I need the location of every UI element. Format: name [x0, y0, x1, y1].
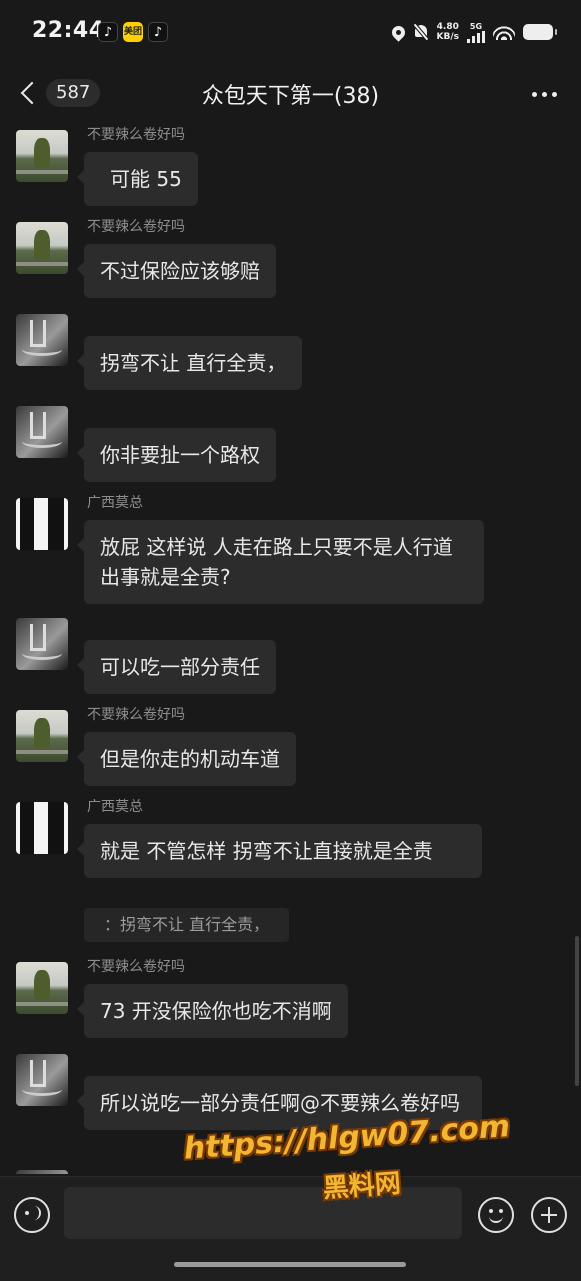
message-bubble[interactable]: 就是 不管怎样 拐弯不让直接就是全责	[77, 824, 482, 878]
voice-input-button[interactable]	[14, 1197, 50, 1233]
message-list[interactable]: 不要辣么卷好吗 可能 55 不要辣么卷好吗 不过保险应该够赔 拐弯不让 直行全责…	[0, 124, 581, 1174]
emoji-button[interactable]	[478, 1197, 514, 1233]
sender-name: 不要辣么卷好吗	[87, 127, 185, 143]
message-bubble[interactable]: 放屁 这样说 人走在路上只要不是人行道出事就是全责?	[77, 520, 484, 604]
network-speed: 4.80 KB/s	[436, 22, 459, 42]
wifi-icon	[493, 24, 515, 40]
avatar[interactable]	[16, 222, 68, 274]
sender-name: 不要辣么卷好吗	[87, 959, 185, 975]
status-bar: 22:44 美团 4.80 KB/s 5G	[0, 0, 581, 64]
avatar[interactable]	[16, 498, 68, 550]
more-options-button[interactable]	[532, 92, 557, 97]
home-indicator[interactable]	[174, 1262, 406, 1267]
tiktok-icon	[98, 22, 118, 42]
sender-name: 不要辣么卷好吗	[87, 219, 185, 235]
location-icon	[388, 22, 408, 42]
meituan-icon: 美团	[123, 22, 143, 42]
dot-icon	[552, 92, 557, 97]
battery-icon	[523, 24, 557, 40]
quoted-message[interactable]: ：拐弯不让 直行全责，	[84, 908, 290, 942]
message-bubble[interactable]: 不过保险应该够赔	[77, 244, 276, 298]
avatar[interactable]	[16, 710, 68, 762]
avatar[interactable]	[16, 802, 68, 854]
signal-icon: 5G	[467, 22, 485, 43]
dot-icon	[532, 92, 537, 97]
sender-name: 广西莫总	[87, 799, 143, 815]
more-actions-button[interactable]	[531, 1197, 567, 1233]
avatar[interactable]	[16, 406, 68, 458]
scrollbar-thumb[interactable]	[575, 936, 579, 1086]
message-bubble[interactable]: 可以吃一部分责任	[77, 640, 276, 694]
chat-title: 众包天下第一(38)	[201, 84, 380, 109]
message-bubble[interactable]: 73 开没保险你也吃不消啊	[77, 984, 348, 1038]
avatar[interactable]	[16, 1170, 68, 1174]
message-bubble[interactable]: 但是你走的机动车道	[77, 732, 296, 786]
dot-icon	[542, 92, 547, 97]
message-bubble[interactable]: 可能 55	[77, 152, 198, 206]
avatar[interactable]	[16, 130, 68, 182]
sender-name: 广西莫总	[87, 495, 143, 511]
avatar[interactable]	[16, 1054, 68, 1106]
clock: 22:44	[32, 18, 105, 43]
avatar[interactable]	[16, 618, 68, 670]
chat-header: 587 众包天下第一(38)	[0, 64, 581, 124]
message-input[interactable]	[64, 1187, 462, 1239]
sender-name: 不要辣么卷好吗	[87, 707, 185, 723]
avatar[interactable]	[16, 962, 68, 1014]
message-bubble[interactable]: 所以说吃一部分责任啊@不要辣么卷好吗	[77, 1076, 482, 1130]
message-bubble[interactable]: 你非要扯一个路权	[77, 428, 276, 482]
message-bubble[interactable]: 拐弯不让 直行全责，	[76, 336, 303, 390]
mute-bell-icon	[413, 24, 429, 40]
avatar[interactable]	[16, 314, 68, 366]
tiktok-icon	[148, 22, 168, 42]
